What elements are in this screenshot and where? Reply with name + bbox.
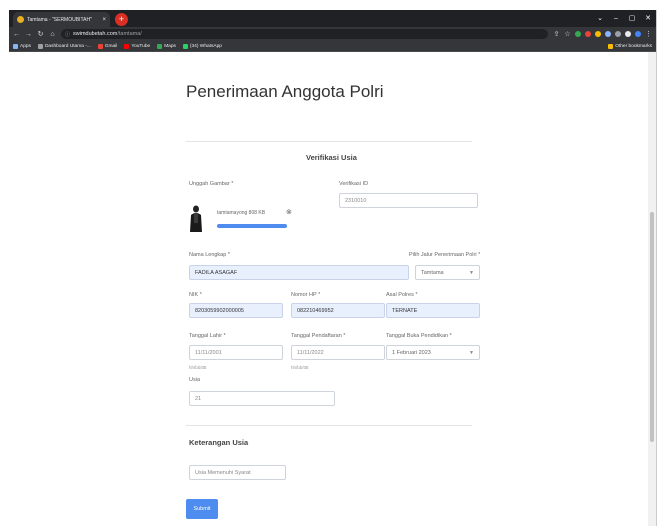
title-bar: Tamtama - "SERMOUBITAH" × + ⌄ – ▢ ✕ xyxy=(9,10,656,27)
tab-close-icon[interactable]: × xyxy=(102,17,106,23)
daftar-format-hint: hh/bb/tttt xyxy=(291,365,309,370)
daftar-label: Tanggal Pendaftaran * xyxy=(291,333,346,339)
back-icon[interactable]: ← xyxy=(13,31,20,38)
share-icon[interactable]: ⇪ xyxy=(553,30,560,38)
upload-label: Unggah Gambar * xyxy=(189,181,234,187)
bookmark-label: Dashboard Utama -... xyxy=(44,43,91,49)
profile-avatar[interactable] xyxy=(635,31,641,37)
menu-icon[interactable]: ⋮ xyxy=(645,30,652,38)
bookmark-youtube[interactable]: YouTube xyxy=(124,43,151,49)
bookmark-gmail[interactable]: Gmail xyxy=(97,43,118,49)
apps-icon xyxy=(13,43,18,49)
reload-icon[interactable]: ↻ xyxy=(37,30,44,38)
divider xyxy=(186,425,472,426)
usia-label: Usia xyxy=(189,377,201,383)
chevron-down-icon: ▼ xyxy=(469,349,474,356)
lahir-label: Tanggal Lahir * xyxy=(189,333,226,339)
browser-window: Tamtama - "SERMOUBITAH" × + ⌄ – ▢ ✕ ← → … xyxy=(9,10,657,526)
minimize-button[interactable]: – xyxy=(608,10,624,27)
section-title-verifikasi: Verifikasi Usia xyxy=(306,153,357,162)
whatsapp-icon xyxy=(182,43,188,49)
page-scrollbar[interactable] xyxy=(648,52,656,526)
gmail-icon xyxy=(97,43,103,49)
info-icon[interactable]: ⓘ xyxy=(65,31,70,38)
other-bookmarks[interactable]: Other bookmarks xyxy=(608,43,652,49)
extension-icon[interactable] xyxy=(575,31,581,37)
browser-toolbar: ← → ↻ ⌂ ⓘ swimdubetah.com/tamtama/ ⇪ ☆ ⋮ xyxy=(9,27,656,41)
divider xyxy=(186,141,472,142)
keterangan-field[interactable]: Usia Memenuhi Syarat xyxy=(189,465,286,480)
uploaded-photo-thumbnail xyxy=(190,205,202,232)
jalur-selected: Tamtama xyxy=(421,269,444,276)
close-window-button[interactable]: ✕ xyxy=(640,10,656,27)
window-controls: ⌄ – ▢ ✕ xyxy=(592,10,656,27)
bookmark-label: Maps xyxy=(164,43,176,49)
bookmark-dashboard[interactable]: Dashboard Utama -... xyxy=(37,43,91,49)
bookmark-label: Other bookmarks xyxy=(615,43,652,49)
extension-icon[interactable] xyxy=(615,31,621,37)
extension-icon[interactable] xyxy=(625,31,631,37)
bookmark-label: Apps xyxy=(20,43,31,49)
extension-icon[interactable] xyxy=(605,31,611,37)
buka-label: Tanggal Buka Pendidikan * xyxy=(386,333,452,339)
scrollbar-thumb[interactable] xyxy=(650,212,654,442)
folder-icon xyxy=(608,43,614,49)
bookmark-maps[interactable]: Maps xyxy=(157,43,176,49)
daftar-field[interactable]: 11/11/2022 xyxy=(291,345,385,360)
polres-label: Asal Polres * xyxy=(386,292,418,298)
new-tab-button[interactable]: + xyxy=(115,13,128,26)
submit-button[interactable]: Submit xyxy=(186,499,218,519)
youtube-icon xyxy=(124,43,130,49)
page-viewport: Penerimaan Anggota Polri Verifikasi Usia… xyxy=(9,52,648,526)
lahir-field[interactable]: 11/11/2001 xyxy=(189,345,283,360)
home-icon[interactable]: ⌂ xyxy=(49,31,56,38)
bookmark-star-icon[interactable]: ☆ xyxy=(564,30,571,38)
globe-icon xyxy=(37,43,43,49)
jalur-label: Pilih Jalur Penerimaan Polri * xyxy=(409,252,481,258)
nama-label: Nama Lengkap * xyxy=(189,252,230,258)
nama-field[interactable]: FADILA ASAGAF xyxy=(189,265,409,280)
maximize-button[interactable]: ▢ xyxy=(624,10,640,27)
usia-field[interactable]: 21 xyxy=(189,391,335,406)
section-title-keterangan: Keterangan Usia xyxy=(189,438,249,447)
lahir-format-hint: hh/bb/tttt xyxy=(189,365,207,370)
tab-search-button[interactable]: ⌄ xyxy=(592,10,608,27)
extension-icons: ⇪ ☆ ⋮ xyxy=(553,30,652,38)
bookmarks-bar: Apps Dashboard Utama -... Gmail YouTube … xyxy=(9,41,656,52)
hp-field[interactable]: 082210469952 xyxy=(291,303,385,318)
bookmark-label: YouTube xyxy=(131,43,151,49)
forward-icon[interactable]: → xyxy=(25,31,32,38)
nik-field[interactable]: 8203059902000005 xyxy=(189,303,283,318)
url-path: /tamtama/ xyxy=(117,31,142,37)
nik-label: NIK * xyxy=(189,292,202,298)
chevron-down-icon: ▼ xyxy=(469,269,474,276)
remove-file-icon[interactable]: ⊗ xyxy=(286,208,292,216)
extension-icon[interactable] xyxy=(585,31,591,37)
bookmark-whatsapp[interactable]: (34) WhatsApp xyxy=(182,43,222,49)
browser-tab[interactable]: Tamtama - "SERMOUBITAH" × xyxy=(13,12,110,27)
buka-select[interactable]: 1 Februari 2023 ▼ xyxy=(386,345,480,360)
extension-icon[interactable] xyxy=(595,31,601,37)
tab-title: Tamtama - "SERMOUBITAH" xyxy=(27,16,92,23)
bookmark-label: Gmail xyxy=(104,43,118,49)
bookmark-label: (34) WhatsApp xyxy=(189,43,222,49)
jalur-select[interactable]: Tamtama ▼ xyxy=(415,265,480,280)
verif-id-label: Verifikasi ID xyxy=(339,181,369,187)
url-host: swimdubetah.com xyxy=(73,31,118,37)
address-bar[interactable]: ⓘ swimdubetah.com/tamtama/ xyxy=(61,29,548,39)
verif-id-field[interactable]: 2310010 xyxy=(339,193,478,208)
site-favicon-icon xyxy=(17,16,24,23)
uploaded-file-name: tamtamayong 808 KB xyxy=(217,210,266,216)
hp-label: Nomor HP * xyxy=(291,292,321,298)
buka-selected: 1 Februari 2023 xyxy=(392,349,431,356)
upload-progress-fill xyxy=(217,224,287,228)
polres-field[interactable]: TERNATE xyxy=(386,303,480,318)
maps-icon xyxy=(157,43,163,49)
bookmark-apps[interactable]: Apps xyxy=(13,43,31,49)
url-text: swimdubetah.com/tamtama/ xyxy=(73,31,142,37)
upload-progress-bar xyxy=(217,224,287,228)
page-title: Penerimaan Anggota Polri xyxy=(186,82,384,101)
